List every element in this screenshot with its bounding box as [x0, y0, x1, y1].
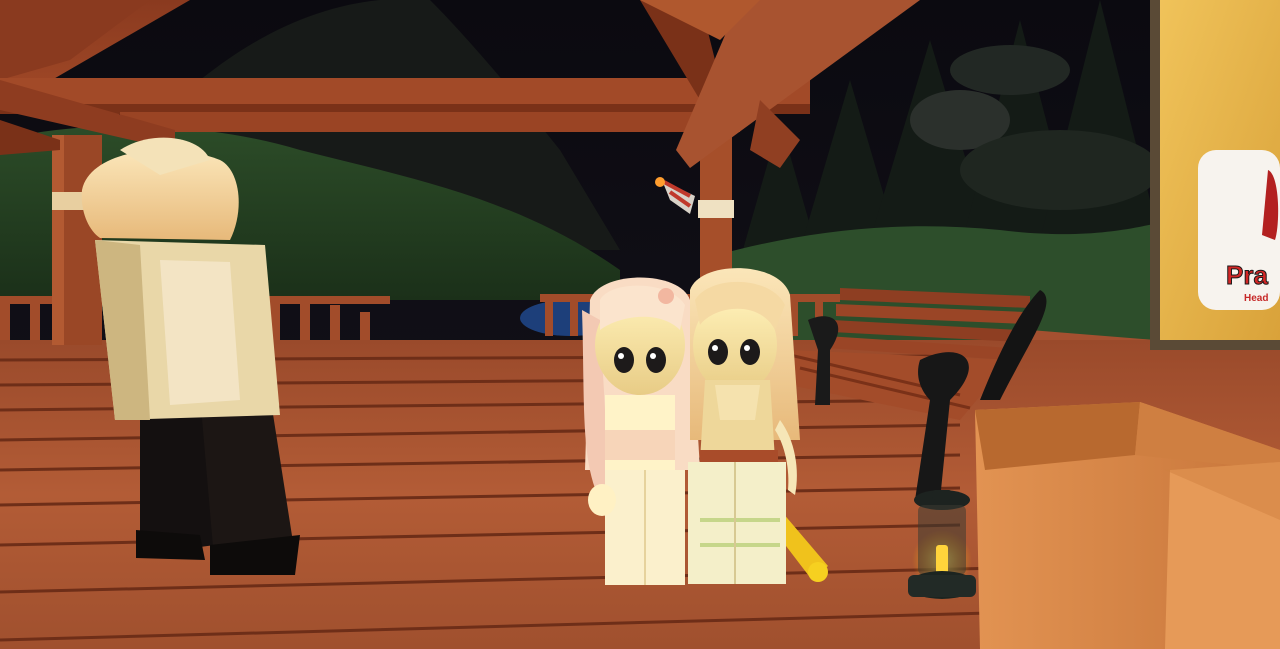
sign-subtitle: Head [1244, 293, 1268, 304]
scene-canvas: Pra Head [0, 0, 1280, 649]
game-viewport[interactable]: Pra Head [0, 0, 1280, 649]
cardboard-box[interactable] [975, 402, 1280, 649]
avatar-girl-blonde[interactable] [688, 268, 800, 584]
gazebo-post-left [52, 135, 102, 345]
sign-title: Pra [1226, 260, 1268, 290]
